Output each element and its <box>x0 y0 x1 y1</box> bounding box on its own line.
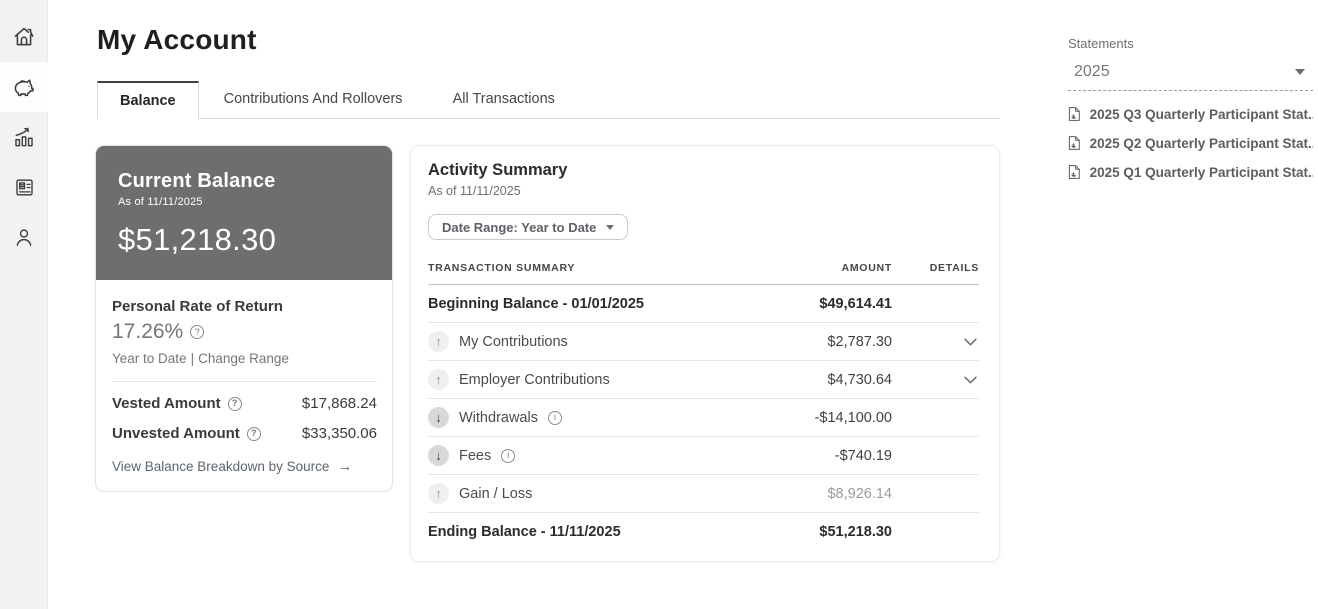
activity-summary-card: Activity Summary As of 11/11/2025 Date R… <box>410 145 1000 562</box>
table-row-fees: ↓ Fees i -$740.19 <box>428 437 979 475</box>
statement-link-label: 2025 Q3 Quarterly Participant Stat... <box>1089 106 1313 122</box>
statement-link-label: 2025 Q2 Quarterly Participant Stat... <box>1089 135 1313 151</box>
current-balance-asof: As of 11/11/2025 <box>118 196 203 208</box>
activity-summary-asof: As of 11/11/2025 <box>428 184 521 198</box>
row-label: Gain / Loss <box>459 485 533 502</box>
statements-panel: Statements 2025 2025 Q3 Quarterly Partic… <box>1068 36 1313 193</box>
unvested-amount-value: $33,350.06 <box>301 425 377 442</box>
row-amount: $4,730.64 <box>827 371 892 388</box>
vested-amount-row: Vested Amount ? $17,868.24 <box>112 395 377 412</box>
row-label: Fees <box>459 447 492 464</box>
statement-link-label: 2025 Q1 Quarterly Participant Stat... <box>1089 164 1313 180</box>
row-label: Ending Balance - 11/11/2025 <box>428 524 621 540</box>
chevron-down-icon <box>964 376 977 383</box>
sidebar-item-home[interactable] <box>0 12 48 62</box>
caret-down-icon <box>606 224 615 230</box>
piggy-bank-icon <box>10 73 38 101</box>
ror-period-text: Year to Date <box>112 351 187 366</box>
table-row-beginning-balance: Beginning Balance - 01/01/2025 $49,614.4… <box>428 285 979 323</box>
header-details: DETAILS <box>929 262 979 274</box>
sidebar-item-performance[interactable] <box>0 112 48 162</box>
up-arrow-icon: ↑ <box>428 331 449 352</box>
vested-amount-label: Vested Amount <box>112 395 221 412</box>
help-icon[interactable]: ? <box>227 396 242 411</box>
caret-down-icon <box>1295 69 1305 75</box>
row-label: Withdrawals <box>459 409 538 426</box>
info-icon[interactable]: i <box>547 410 562 425</box>
tab-bar: Balance Contributions And Rollovers All … <box>97 81 1000 119</box>
row-amount: $51,218.30 <box>819 524 892 540</box>
home-icon <box>11 24 37 50</box>
rate-of-return-value: 17.26% <box>112 320 184 343</box>
sidebar-item-savings[interactable] <box>0 62 48 112</box>
expand-row-button[interactable] <box>962 336 979 348</box>
statements-list: 2025 Q3 Quarterly Participant Stat... 20… <box>1068 106 1313 180</box>
help-icon[interactable]: ? <box>190 325 205 339</box>
sidebar-item-profile[interactable] <box>0 212 48 262</box>
help-icon[interactable]: ? <box>246 426 261 441</box>
pdf-file-icon <box>1068 136 1080 150</box>
separator: | <box>190 351 195 366</box>
tab-balance[interactable]: Balance <box>97 81 199 119</box>
header-transaction-summary: TRANSACTION SUMMARY <box>428 262 576 274</box>
chevron-down-icon <box>964 338 977 345</box>
statements-title: Statements <box>1068 36 1134 51</box>
current-balance-title: Current Balance <box>118 170 276 192</box>
date-range-label: Date Range: Year to Date <box>442 219 597 235</box>
statement-link-q2[interactable]: 2025 Q2 Quarterly Participant Stat... <box>1068 135 1313 151</box>
statement-link-q1[interactable]: 2025 Q1 Quarterly Participant Stat... <box>1068 164 1313 180</box>
up-arrow-icon: ↑ <box>428 483 449 504</box>
row-label: Beginning Balance - 01/01/2025 <box>428 295 644 312</box>
change-range-link[interactable]: Change Range <box>198 351 289 366</box>
row-label: Employer Contributions <box>459 371 610 388</box>
unvested-amount-row: Unvested Amount ? $33,350.06 <box>112 425 377 442</box>
down-arrow-icon: ↓ <box>428 445 449 466</box>
expand-row-button[interactable] <box>962 374 979 386</box>
info-icon[interactable]: i <box>501 448 516 463</box>
vested-amount-value: $17,868.24 <box>301 395 377 412</box>
row-amount: $2,787.30 <box>827 333 892 350</box>
view-balance-breakdown-link[interactable]: View Balance Breakdown by Source → <box>112 458 377 475</box>
sidebar <box>0 0 48 609</box>
header-amount: AMOUNT <box>841 262 892 274</box>
current-balance-header: Current Balance As of 11/11/2025 $51,218… <box>96 146 392 280</box>
divider <box>112 381 377 382</box>
row-amount: $8,926.14 <box>827 485 892 502</box>
pdf-file-icon <box>1068 165 1080 179</box>
breakdown-link-label: View Balance Breakdown by Source <box>112 459 330 474</box>
statements-year-select[interactable]: 2025 <box>1068 60 1313 91</box>
date-range-button[interactable]: Date Range: Year to Date <box>428 214 629 240</box>
table-row-withdrawals: ↓ Withdrawals i -$14,100.00 <box>428 399 979 437</box>
current-balance-card: Current Balance As of 11/11/2025 $51,218… <box>95 145 393 492</box>
table-row-my-contributions: ↑ My Contributions $2,787.30 <box>428 323 979 361</box>
chart-icon <box>11 124 37 150</box>
table-row-ending-balance: Ending Balance - 11/11/2025 $51,218.30 <box>428 513 979 551</box>
statements-icon <box>12 175 37 200</box>
year-select-value: 2025 <box>1074 63 1110 80</box>
unvested-amount-label: Unvested Amount <box>112 425 240 442</box>
down-arrow-icon: ↓ <box>428 407 449 428</box>
page-title: My Account <box>97 24 257 55</box>
tab-contributions-and-rollovers[interactable]: Contributions And Rollovers <box>199 81 428 119</box>
app-root: My Account Balance Contributions And Rol… <box>0 0 1318 609</box>
sidebar-item-statements[interactable] <box>0 162 48 212</box>
current-balance-amount: $51,218.30 <box>118 222 277 257</box>
row-amount: $49,614.41 <box>819 295 892 312</box>
profile-icon <box>11 224 37 250</box>
current-balance-body: Personal Rate of Return 17.26% ? Year to… <box>96 280 392 491</box>
tab-all-transactions[interactable]: All Transactions <box>428 81 580 119</box>
transaction-table-header: TRANSACTION SUMMARY AMOUNT DETAILS <box>428 262 979 285</box>
row-amount: -$14,100.00 <box>814 409 892 426</box>
right-arrow-icon: → <box>337 458 353 475</box>
table-row-employer-contributions: ↑ Employer Contributions $4,730.64 <box>428 361 979 399</box>
rate-of-return-period: Year to Date | Change Range <box>112 351 377 366</box>
activity-summary-title: Activity Summary <box>428 161 568 179</box>
row-label: My Contributions <box>459 333 568 350</box>
row-amount: -$740.19 <box>834 447 892 464</box>
table-row-gain-loss: ↑ Gain / Loss $8,926.14 <box>428 475 979 513</box>
statement-link-q3[interactable]: 2025 Q3 Quarterly Participant Stat... <box>1068 106 1313 122</box>
pdf-file-icon <box>1068 107 1080 121</box>
up-arrow-icon: ↑ <box>428 369 449 390</box>
rate-of-return-label: Personal Rate of Return <box>112 298 283 315</box>
